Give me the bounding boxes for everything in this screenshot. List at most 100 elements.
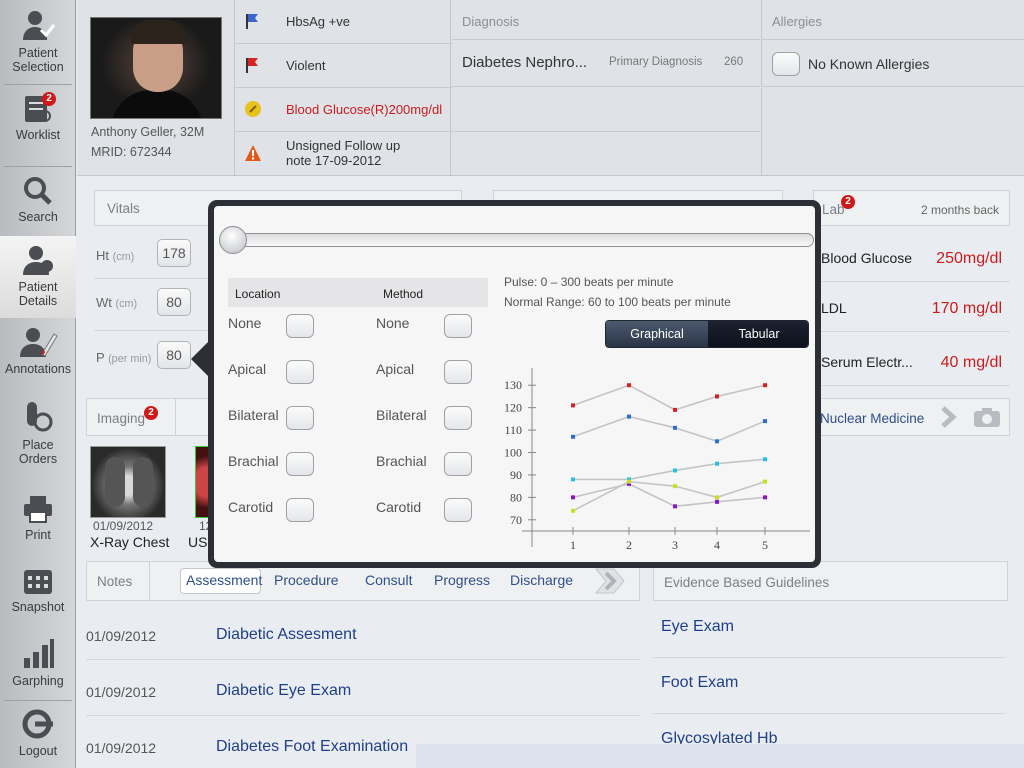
x-tick-label: 3 bbox=[672, 538, 678, 552]
pulse-info: Pulse: 0 – 300 beats per minute bbox=[504, 275, 674, 289]
location-bilateral-checkbox[interactable] bbox=[286, 406, 314, 430]
alert-text: HbsAg +ve bbox=[286, 14, 350, 29]
guideline-label: Eye Exam bbox=[661, 618, 734, 635]
sidebar-item-graphing[interactable]: Garphing bbox=[0, 636, 76, 692]
patient-selection-icon bbox=[23, 11, 55, 40]
alert-item[interactable]: Unsigned Follow up note 17-09-2012 bbox=[235, 132, 452, 176]
sidebar-item-patient-selection[interactable]: Patient Selection bbox=[0, 8, 76, 80]
camera-icon[interactable] bbox=[972, 406, 1002, 428]
data-point bbox=[673, 468, 677, 473]
tab-procedure[interactable]: Procedure bbox=[274, 572, 339, 588]
sidebar-item-worklist[interactable]: 2 Worklist bbox=[0, 92, 76, 162]
lab-header: Lab 2 2 months back bbox=[813, 190, 1010, 226]
data-point bbox=[763, 457, 767, 462]
xray-chest-thumbnail[interactable] bbox=[90, 446, 166, 518]
data-point bbox=[627, 479, 631, 484]
lab-name: LDL bbox=[821, 300, 847, 316]
method-carotid-checkbox[interactable] bbox=[444, 498, 472, 522]
location-none-checkbox[interactable] bbox=[286, 314, 314, 338]
guideline-item[interactable]: Eye Exam bbox=[653, 602, 1005, 658]
note-date: 01/09/2012 bbox=[86, 740, 157, 756]
sidebar-item-search[interactable]: Search bbox=[0, 176, 76, 232]
chevron-right-icon[interactable] bbox=[594, 567, 626, 595]
x-tick-label: 5 bbox=[762, 538, 768, 552]
sidebar-item-snapshot[interactable]: Snapshot bbox=[0, 566, 76, 618]
method-bilateral-checkbox[interactable] bbox=[444, 406, 472, 430]
note-title: Diabetic Eye Exam bbox=[216, 682, 352, 699]
location-header: Location bbox=[235, 287, 281, 301]
nuclear-medicine-tab[interactable]: Nuclear Medicine bbox=[813, 398, 1010, 436]
method-header: Method bbox=[383, 287, 424, 301]
data-point bbox=[673, 407, 677, 412]
tabular-view-button[interactable]: Tabular bbox=[708, 321, 808, 347]
sidebar-item-patient-details[interactable]: Patient Details bbox=[0, 236, 76, 318]
alerts-column: HbsAg +ve Violent Blood Glucose(R)200mg/… bbox=[234, 0, 452, 176]
method-brachial-checkbox[interactable] bbox=[444, 452, 472, 476]
no-known-allergies-checkbox[interactable] bbox=[772, 52, 800, 76]
method-option: Bilateral bbox=[376, 407, 427, 423]
weight-value[interactable]: 80 bbox=[157, 288, 191, 316]
tab-progress[interactable]: Progress bbox=[434, 572, 490, 588]
note-row[interactable]: 01/09/2012 Diabetic Eye Exam bbox=[86, 660, 640, 716]
method-option: Apical bbox=[376, 361, 415, 377]
imaging-date: 01/09/2012 bbox=[93, 519, 154, 533]
method-option: None bbox=[376, 315, 410, 331]
lab-name: Serum Electr... bbox=[821, 354, 913, 370]
x-tick-label: 4 bbox=[714, 538, 720, 552]
guidelines-title: Evidence Based Guidelines bbox=[664, 575, 830, 590]
method-apical-checkbox[interactable] bbox=[444, 360, 472, 384]
y-tick-label: 110 bbox=[504, 423, 522, 437]
tab-discharge[interactable]: Discharge bbox=[510, 572, 573, 588]
sidebar-item-print[interactable]: Print bbox=[0, 494, 76, 546]
guideline-item[interactable]: Foot Exam bbox=[653, 658, 1005, 714]
sidebar-item-label: Logout bbox=[18, 744, 58, 758]
graphing-icon bbox=[24, 639, 54, 668]
data-point bbox=[627, 414, 631, 419]
us-thumbnail[interactable] bbox=[195, 446, 209, 518]
data-point bbox=[715, 495, 719, 500]
pulse-popover: Location Method None Apical Bilateral Br… bbox=[208, 200, 821, 568]
sidebar-item-place-orders[interactable]: Place Orders bbox=[0, 400, 76, 472]
allergies-row: No Known Allergies bbox=[761, 40, 1024, 87]
diagnosis-code: 260 bbox=[724, 56, 744, 68]
tab-assessment[interactable]: Assessment bbox=[186, 572, 262, 588]
lab-row[interactable]: Blood Glucose 250mg/dl bbox=[820, 230, 1010, 282]
location-option: None bbox=[228, 315, 262, 331]
nuclear-medicine-label: Nuclear Medicine bbox=[820, 411, 925, 426]
graphical-view-button[interactable]: Graphical bbox=[606, 321, 708, 347]
lab-name: Blood Glucose bbox=[821, 250, 913, 266]
lab-range[interactable]: 2 months back bbox=[921, 203, 999, 217]
alert-item[interactable]: Blood Glucose(R)200mg/dl bbox=[235, 88, 452, 132]
height-value[interactable]: 178 bbox=[157, 239, 191, 267]
chevron-right-icon[interactable] bbox=[938, 405, 964, 429]
alert-text: Blood Glucose(R)200mg/dl bbox=[286, 102, 443, 117]
location-apical-checkbox[interactable] bbox=[286, 360, 314, 384]
lab-row[interactable]: Serum Electr... 40 mg/dl bbox=[820, 334, 1010, 386]
diagnosis-header: Diagnosis bbox=[452, 0, 760, 40]
sidebar-item-logout[interactable]: Logout bbox=[0, 708, 76, 768]
method-none-checkbox[interactable] bbox=[444, 314, 472, 338]
alert-item[interactable]: Violent bbox=[235, 44, 452, 88]
data-point bbox=[715, 439, 719, 444]
y-tick-label: 90 bbox=[510, 468, 522, 482]
series-line bbox=[572, 384, 766, 411]
lab-row[interactable]: LDL 170 mg/dl bbox=[820, 280, 1010, 332]
tab-consult[interactable]: Consult bbox=[365, 572, 412, 588]
height-label: Ht (cm) bbox=[96, 248, 135, 263]
note-row[interactable]: 01/09/2012 Diabetic Assesment bbox=[86, 604, 640, 660]
patient-header: Anthony Geller, 32M MRID: 672344 HbsAg +… bbox=[77, 0, 1024, 176]
pulse-slider-handle[interactable] bbox=[219, 226, 247, 254]
pulse-value[interactable]: 80 bbox=[157, 341, 191, 369]
allergies-title: Allergies bbox=[772, 14, 822, 29]
alert-item[interactable]: HbsAg +ve bbox=[235, 0, 452, 44]
sidebar-item-label: Snapshot bbox=[11, 600, 65, 614]
location-carotid-checkbox[interactable] bbox=[286, 498, 314, 522]
series-line bbox=[573, 458, 766, 481]
sidebar-item-annotations[interactable]: Annotations bbox=[0, 326, 76, 378]
pulse-slider-track[interactable] bbox=[228, 233, 814, 247]
alert-text: Violent bbox=[286, 58, 326, 73]
place-orders-icon bbox=[27, 402, 53, 432]
data-point bbox=[571, 477, 575, 482]
location-brachial-checkbox[interactable] bbox=[286, 452, 314, 476]
diagnosis-row[interactable]: Diabetes Nephro... Primary Diagnosis 260 bbox=[452, 40, 760, 87]
